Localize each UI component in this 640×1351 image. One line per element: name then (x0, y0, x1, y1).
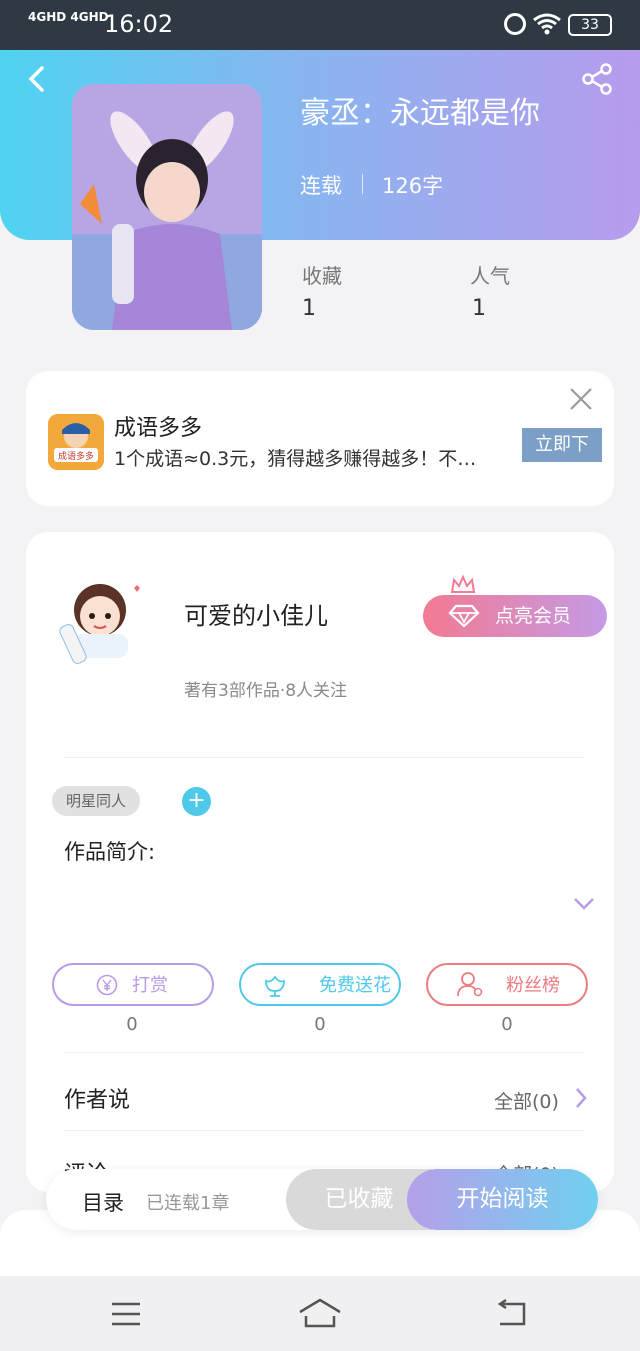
book-status: 连载 (300, 174, 342, 198)
favorites-label: 收藏 (302, 264, 342, 288)
reward-button[interactable]: 打赏 (52, 963, 214, 1006)
favorites-count: 1 (302, 296, 316, 321)
popularity-count: 1 (472, 296, 486, 321)
toc-button[interactable]: 目录 (82, 1187, 124, 1217)
popularity-label: 人气 (470, 264, 510, 288)
home-icon[interactable] (298, 1298, 342, 1330)
send-flower-label: 免费送花 (319, 975, 391, 996)
ad-download-button[interactable]: 立即下 (522, 428, 602, 462)
fan-rank-count: 0 (501, 1014, 513, 1035)
divider (64, 757, 584, 758)
author-says-all-link[interactable]: 全部(0) (494, 1087, 559, 1114)
book-cover[interactable] (72, 84, 262, 330)
vip-button-label: 点亮会员 (495, 605, 572, 627)
crown-icon (450, 574, 476, 596)
chapters-status: 已连载1章 (146, 1193, 230, 1214)
author-name[interactable]: 可爱的小佳儿 (184, 596, 328, 631)
divider (64, 1130, 584, 1131)
back-icon[interactable] (22, 64, 52, 94)
author-avatar[interactable] (48, 566, 152, 670)
chevron-down-icon[interactable] (572, 896, 596, 912)
alarm-icon (504, 13, 526, 35)
fan-icon (456, 971, 484, 997)
status-bar: 4GHD 4GHD 16:02 33 (0, 0, 640, 50)
book-title: 豪丞：永远都是你 (300, 96, 540, 131)
author-says-title: 作者说 (64, 1088, 131, 1113)
reward-label: 打赏 (132, 975, 168, 996)
genre-tag[interactable]: 明星同人 (52, 786, 141, 816)
reward-count: 0 (126, 1014, 138, 1035)
back-nav-icon[interactable] (494, 1298, 538, 1330)
svg-text:成语多多: 成语多多 (58, 450, 94, 462)
status-divider (362, 174, 363, 194)
fan-rank-label: 粉丝榜 (506, 975, 560, 996)
ad-app-name: 成语多多 (114, 416, 203, 441)
wifi-icon (532, 12, 562, 42)
yen-icon (96, 974, 118, 996)
intro-label: 作品简介: (64, 840, 156, 864)
add-tag-button[interactable]: + (182, 787, 211, 816)
flower-count: 0 (314, 1014, 326, 1035)
network-indicator: 4GHD 4GHD (28, 10, 109, 24)
clock: 16:02 (104, 10, 174, 38)
menu-icon[interactable] (104, 1298, 148, 1330)
word-count: 126字 (382, 174, 444, 198)
start-reading-button[interactable]: 开始阅读 (407, 1169, 598, 1230)
battery-icon: 33 (568, 14, 612, 36)
chevron-right-icon[interactable] (574, 1086, 588, 1110)
share-icon[interactable] (580, 62, 614, 96)
ad-description: 1个成语≈0.3元，猜得越多赚得越多！不… (114, 448, 477, 470)
close-icon[interactable] (566, 384, 596, 414)
author-meta: 著有3部作品·8人关注 (184, 681, 348, 701)
flower-icon (262, 971, 288, 997)
divider (64, 1052, 584, 1053)
app-icon: 成语多多 (48, 414, 104, 470)
diamond-icon (448, 604, 480, 628)
fan-rank-button[interactable]: 粉丝榜 (426, 963, 588, 1006)
